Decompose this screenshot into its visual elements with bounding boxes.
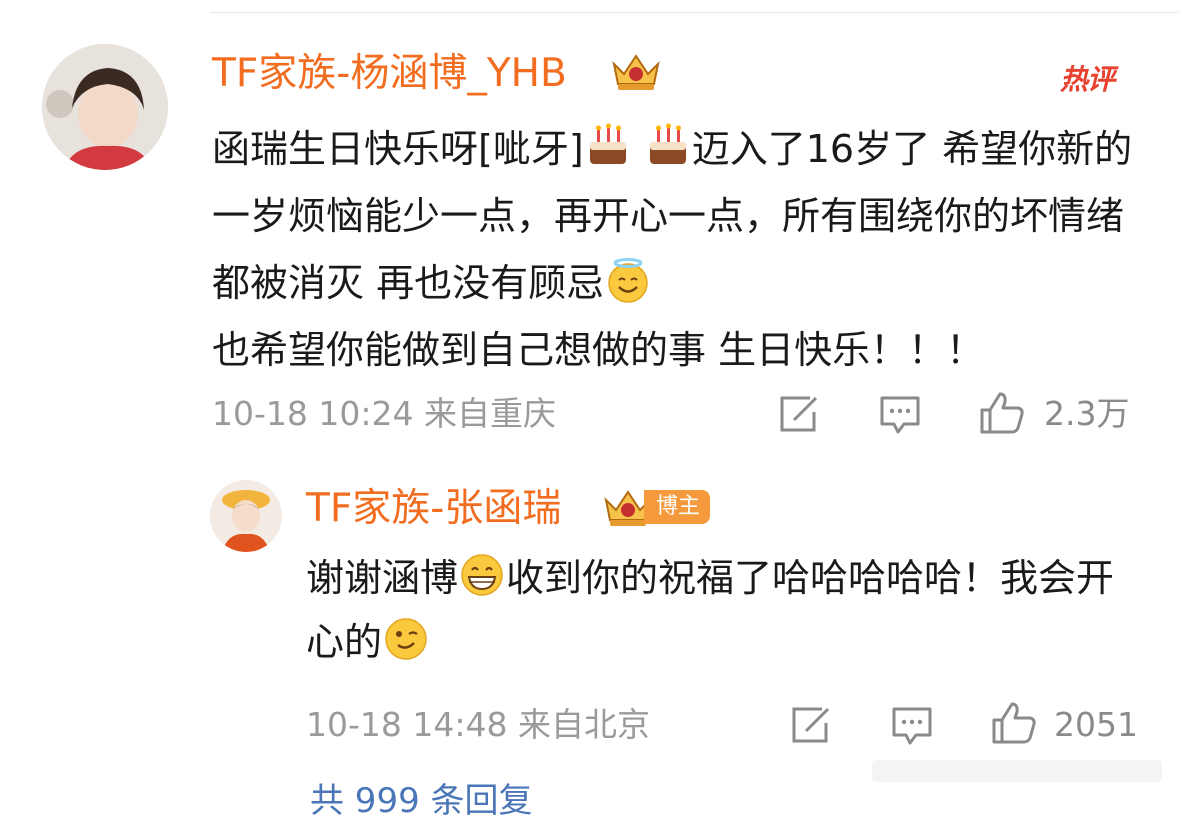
- share-icon[interactable]: [788, 705, 832, 745]
- cake-emoji-icon: [589, 123, 626, 164]
- reply-like-count: 2051: [1054, 705, 1138, 744]
- avatar[interactable]: [42, 44, 168, 170]
- hot-label: 热评: [1060, 63, 1115, 96]
- author-badge: 博主: [644, 490, 711, 524]
- comment-text: 也希望你能做到自己想做的事 生日快乐！！！: [212, 328, 985, 372]
- avatar-image: [42, 44, 168, 170]
- top-divider: [210, 12, 1179, 13]
- share-icon[interactable]: [776, 394, 820, 434]
- hot-comment-badge: 热评: [1060, 54, 1138, 96]
- reply-content: 谢谢涵博 收到你的祝福了哈哈哈哈哈！我会开心的: [306, 546, 1136, 674]
- more-replies-link[interactable]: 共 999 条回复: [310, 784, 533, 818]
- comment-meta: 10-18 10:24 来自重庆: [212, 394, 556, 433]
- grin-emoji-icon: [461, 554, 503, 596]
- halo-smile-emoji-icon: [608, 258, 648, 303]
- comment-icon[interactable]: [890, 705, 934, 747]
- comment-icon[interactable]: [878, 394, 922, 436]
- like-icon[interactable]: [990, 700, 1038, 746]
- crown-badge-icon: [612, 54, 660, 90]
- cake-emoji-icon: [649, 123, 686, 164]
- wink-emoji-icon: [385, 618, 427, 660]
- like-icon[interactable]: [978, 390, 1026, 436]
- comment-content: 函瑞生日快乐呀[呲牙] 迈入了16岁了 希望你新的一岁烦恼能少一点，再开心一点，…: [212, 116, 1142, 384]
- comment-text: 函瑞生日快乐呀[呲牙]: [212, 127, 584, 171]
- watermark-icon: [872, 760, 1162, 782]
- like-count: 2.3万: [1044, 394, 1130, 433]
- reply-meta: 10-18 14:48 来自北京: [306, 705, 650, 744]
- reply-username[interactable]: TF家族-张函瑞: [306, 489, 561, 528]
- reply-avatar-image: [210, 480, 282, 552]
- comment-username[interactable]: TF家族-杨涵博_YHB: [212, 54, 567, 93]
- reply-text: 谢谢涵博: [306, 556, 459, 600]
- reply-avatar[interactable]: [210, 480, 282, 552]
